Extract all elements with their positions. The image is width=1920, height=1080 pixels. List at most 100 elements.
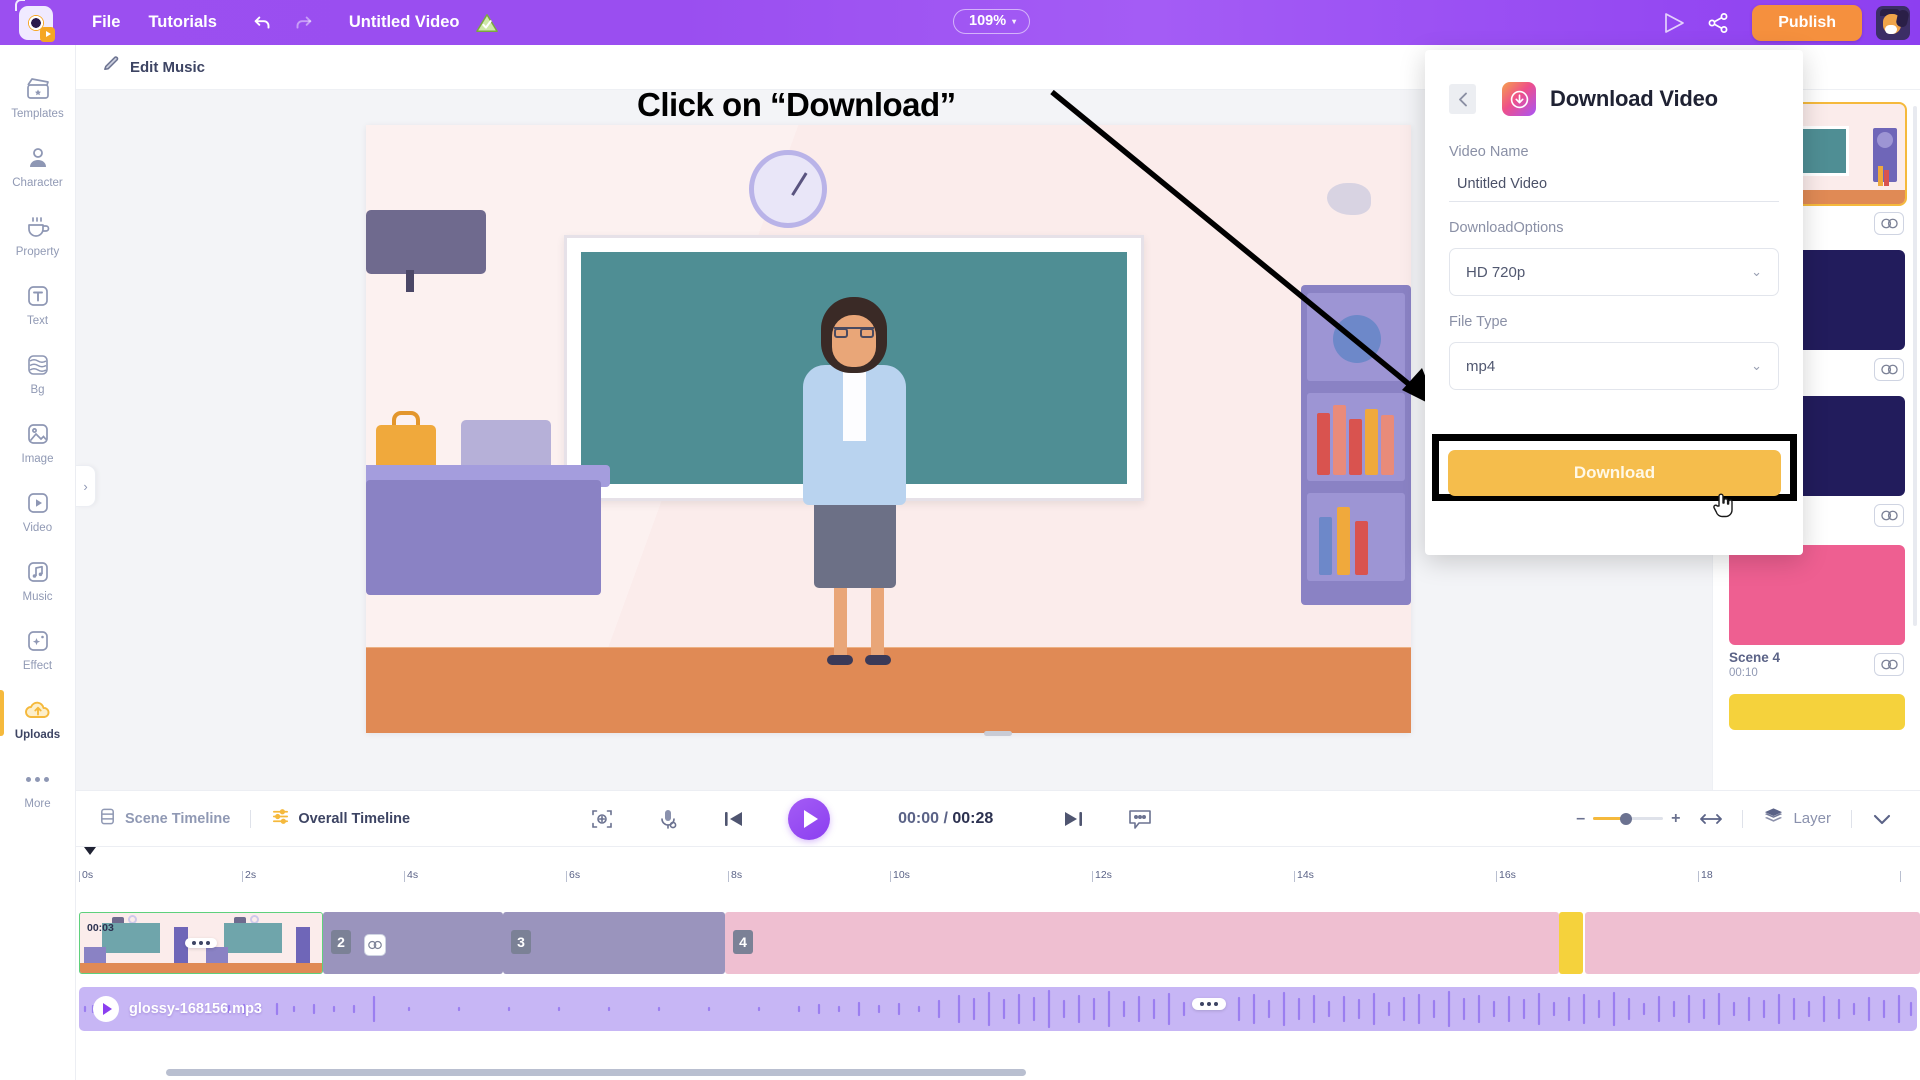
- undo-icon[interactable]: [245, 5, 281, 41]
- sidebar-item-video[interactable]: Video: [0, 481, 76, 541]
- zoom-level-value: 109%: [969, 13, 1007, 29]
- ruler-tick: 12s: [1092, 869, 1112, 882]
- canvas-resize-handle[interactable]: [984, 731, 1012, 736]
- document-title[interactable]: Untitled Video: [349, 13, 460, 32]
- canvas-clock: [749, 150, 827, 228]
- scene-clip-6[interactable]: [1585, 912, 1920, 974]
- sidebar-label: Uploads: [14, 729, 61, 741]
- tab-scene-timeline[interactable]: Scene Timeline: [98, 807, 230, 830]
- scene-duration: 00:10: [1729, 667, 1758, 679]
- sidebar-item-uploads[interactable]: Uploads: [0, 688, 76, 748]
- clip-options-dots-icon[interactable]: [185, 938, 217, 948]
- ruler-tick: 0s: [79, 869, 93, 882]
- scene-thumbnail[interactable]: [1729, 545, 1905, 645]
- scene-clip-2[interactable]: 2: [323, 912, 503, 974]
- preview-play-icon[interactable]: [1656, 5, 1692, 41]
- subtitle-icon[interactable]: [1127, 807, 1153, 831]
- sidebar-label: Property: [15, 246, 60, 258]
- zoom-level-selector[interactable]: 109% ▾: [953, 9, 1031, 34]
- layers-icon: [1763, 806, 1784, 831]
- video-icon: [26, 490, 50, 516]
- divider: [250, 809, 252, 828]
- previous-frame-icon[interactable]: [722, 809, 746, 829]
- timeline-scrollbar[interactable]: [166, 1069, 1026, 1076]
- sidebar-item-bg[interactable]: Bg: [0, 343, 76, 403]
- sidebar-label: Effect: [22, 660, 53, 672]
- redo-icon[interactable]: [285, 5, 321, 41]
- share-icon[interactable]: [1700, 5, 1736, 41]
- ruler-tick: 16s: [1496, 869, 1516, 882]
- download-button[interactable]: Download: [1448, 450, 1781, 496]
- scene-clip-3[interactable]: 3: [503, 912, 725, 974]
- ruler-tick: 8s: [728, 869, 742, 882]
- link-scenes-icon[interactable]: [1874, 653, 1904, 676]
- scene-clip-4[interactable]: 4: [725, 912, 1559, 974]
- app-logo[interactable]: [0, 0, 72, 42]
- horizontal-expand-icon[interactable]: [1700, 811, 1723, 827]
- ruler-tick: 2s: [242, 869, 256, 882]
- sidebar-item-music[interactable]: Music: [0, 550, 76, 610]
- audio-track[interactable]: glossy-168156.mp3: [79, 987, 1917, 1031]
- audio-options-dots-icon[interactable]: [1192, 998, 1226, 1010]
- scene-card[interactable]: Scene 4 00:10: [1729, 545, 1905, 688]
- sidebar-item-templates[interactable]: Templates: [0, 67, 76, 127]
- link-scenes-icon[interactable]: [1874, 504, 1904, 527]
- sidebar-label: Text: [26, 315, 49, 327]
- next-frame-icon[interactable]: [1061, 809, 1085, 829]
- music-icon: [26, 559, 50, 585]
- time-display: 00:00 / 00:28: [898, 810, 993, 828]
- link-scenes-icon[interactable]: [1874, 212, 1904, 235]
- sidebar-label: Video: [22, 522, 53, 534]
- timeline-ruler[interactable]: 0s 2s 4s 6s 8s 10s 12s 14s 16s 18: [76, 869, 1920, 891]
- sidebar-item-more[interactable]: More: [0, 757, 76, 817]
- sidebar-item-character[interactable]: Character: [0, 136, 76, 196]
- audio-play-icon[interactable]: [93, 996, 119, 1022]
- tab-overall-timeline[interactable]: Overall Timeline: [271, 807, 410, 830]
- zoom-in-button[interactable]: +: [1671, 810, 1680, 828]
- quality-select[interactable]: HD 720p ⌄: [1449, 248, 1779, 296]
- scene-clip-5[interactable]: [1559, 912, 1583, 974]
- layer-button[interactable]: Layer: [1763, 806, 1831, 831]
- sidebar-expand-button[interactable]: ›: [76, 465, 96, 507]
- fit-to-screen-icon[interactable]: [590, 807, 614, 831]
- current-time: 00:00: [898, 809, 939, 827]
- clip-number: 4: [733, 930, 753, 954]
- scene-thumbnail[interactable]: [1729, 694, 1905, 730]
- zoom-slider-track[interactable]: [1593, 812, 1664, 825]
- editor-header-label: Edit Music: [130, 58, 206, 76]
- hand-pointer-cursor: [1713, 493, 1733, 518]
- back-chevron-icon[interactable]: [1449, 84, 1476, 114]
- file-type-label: File Type: [1449, 314, 1508, 330]
- link-scenes-icon[interactable]: [1874, 358, 1904, 381]
- play-button-icon[interactable]: [788, 797, 831, 840]
- sidebar-item-text[interactable]: Text: [0, 274, 76, 334]
- canvas-desk: [366, 480, 601, 595]
- scene-card[interactable]: [1729, 694, 1905, 730]
- scene-clip-1[interactable]: 00:03: [79, 912, 323, 974]
- publish-button[interactable]: Publish: [1752, 4, 1862, 41]
- total-time: 00:28: [952, 809, 994, 827]
- ruler-tick: 14s: [1294, 869, 1314, 882]
- dialog-header: Download Video: [1449, 72, 1779, 126]
- scene-panel-scrollbar[interactable]: [1913, 106, 1917, 626]
- microphone-icon[interactable]: [656, 807, 680, 831]
- user-avatar[interactable]: [1876, 5, 1910, 40]
- clip-link-icon[interactable]: [364, 934, 386, 956]
- text-icon: [26, 283, 50, 309]
- timeline-controls-bar: Scene Timeline Overall Timeline 00:00 / …: [76, 790, 1920, 847]
- download-circle-icon: [1502, 82, 1536, 116]
- zoom-out-button[interactable]: –: [1576, 810, 1585, 828]
- menu-file[interactable]: File: [78, 7, 134, 38]
- layer-label: Layer: [1793, 810, 1831, 827]
- sidebar-item-effect[interactable]: Effect: [0, 619, 76, 679]
- zoom-slider-knob[interactable]: [1619, 812, 1632, 825]
- sidebar-item-property[interactable]: Property: [0, 205, 76, 265]
- dialog-title: Download Video: [1550, 86, 1718, 111]
- timeline-zoom-slider[interactable]: – +: [1576, 810, 1680, 828]
- playhead-triangle[interactable]: [81, 847, 99, 855]
- menu-tutorials[interactable]: Tutorials: [134, 7, 230, 38]
- video-name-input[interactable]: [1449, 172, 1779, 202]
- sidebar-item-image[interactable]: Image: [0, 412, 76, 472]
- file-type-select[interactable]: mp4 ⌄: [1449, 342, 1779, 390]
- collapse-chevron-icon[interactable]: [1872, 812, 1892, 826]
